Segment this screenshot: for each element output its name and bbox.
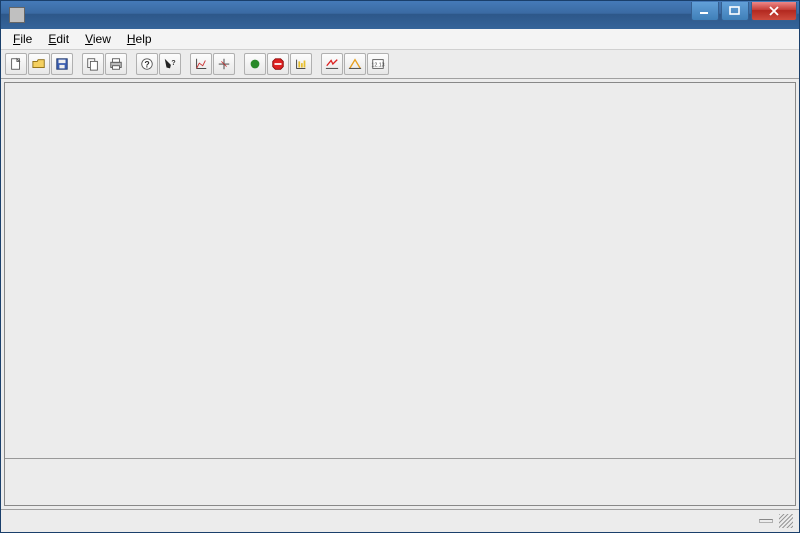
readouts-row (5, 458, 795, 505)
record-button[interactable] (244, 53, 266, 75)
menu-edit[interactable]: Edit (40, 30, 77, 48)
svg-text:?: ? (171, 60, 175, 67)
svg-text:?: ? (144, 60, 149, 70)
context-help-button[interactable]: ? (159, 53, 181, 75)
save-file-button[interactable] (51, 53, 73, 75)
app-icon (9, 7, 25, 23)
menu-file[interactable]: File (5, 30, 40, 48)
svg-text:12.13: 12.13 (371, 63, 384, 69)
axis-settings-button[interactable] (190, 53, 212, 75)
reset-button[interactable] (290, 53, 312, 75)
statusbar (1, 509, 799, 532)
close-button[interactable] (751, 2, 797, 21)
stop-button[interactable] (267, 53, 289, 75)
maximize-button[interactable] (721, 2, 749, 21)
resize-grip-icon[interactable] (779, 514, 793, 528)
menu-help[interactable]: Help (119, 30, 160, 48)
open-file-button[interactable] (28, 53, 50, 75)
print-button[interactable] (105, 53, 127, 75)
mode-1-button[interactable] (321, 53, 343, 75)
cursor-button[interactable] (213, 53, 235, 75)
help-button[interactable]: ? (136, 53, 158, 75)
menubar: File Edit View Help (1, 29, 799, 50)
toolbar: ? ? 12.13 (1, 50, 799, 79)
menu-view[interactable]: View (77, 30, 119, 48)
calibration-button[interactable]: 12.13 (367, 53, 389, 75)
titlebar[interactable] (1, 1, 799, 29)
new-file-button[interactable] (5, 53, 27, 75)
mode-2-button[interactable] (344, 53, 366, 75)
minimize-button[interactable] (691, 2, 719, 21)
status-integration (759, 519, 773, 523)
content-panel (4, 82, 796, 506)
chart-area[interactable] (7, 85, 793, 456)
decay-chart (7, 85, 793, 456)
app-window: File Edit View Help ? ? 12.13 (0, 0, 800, 533)
window-controls (689, 2, 797, 22)
copy-button[interactable] (82, 53, 104, 75)
